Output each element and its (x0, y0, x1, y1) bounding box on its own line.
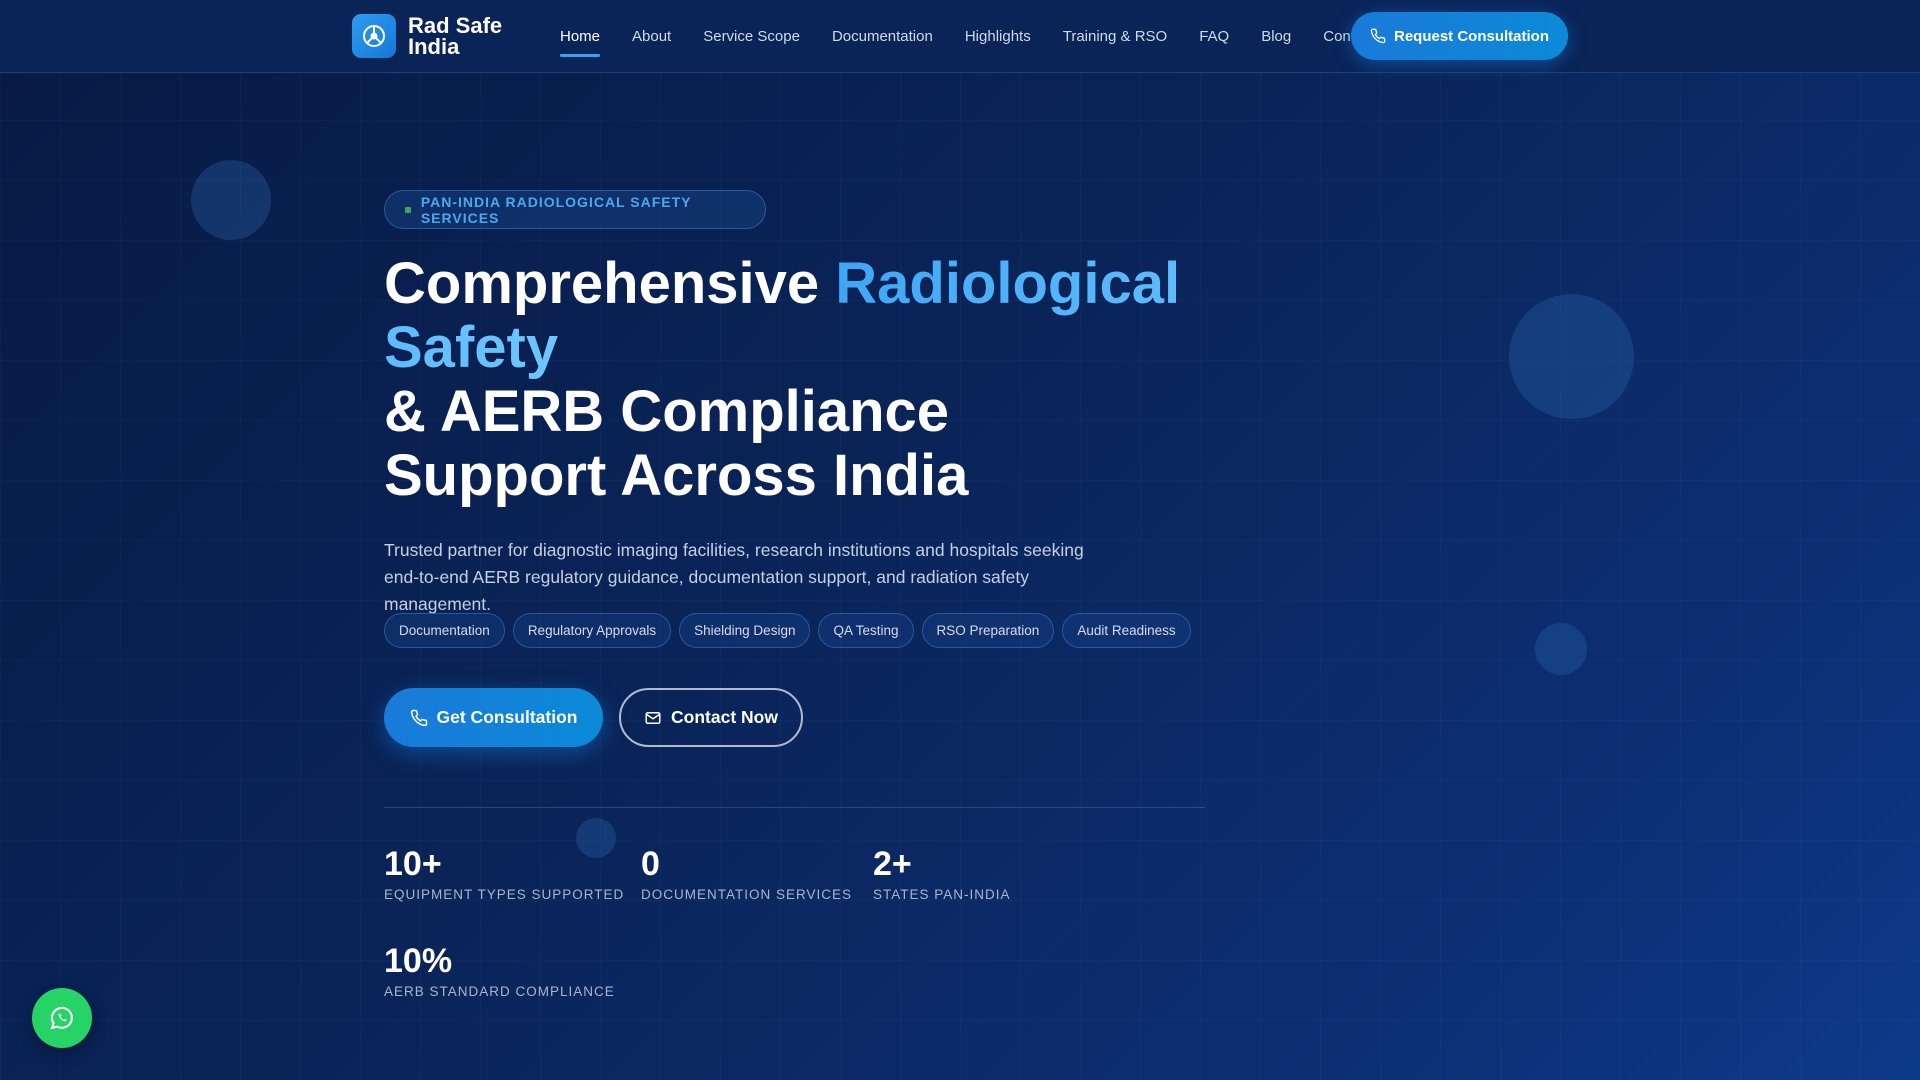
chip-audit-readiness[interactable]: Audit Readiness (1062, 613, 1191, 648)
whatsapp-icon (50, 1006, 73, 1030)
contact-now-button[interactable]: Contact Now (619, 688, 803, 747)
hero-title-part1: Comprehensive (384, 251, 836, 316)
stat-value: 2+ (873, 845, 912, 883)
get-consultation-label: Get Consultation (436, 707, 578, 727)
chip-regulatory-approvals[interactable]: Regulatory Approvals (512, 613, 672, 648)
nav-links: Home About Service Scope Documentation H… (560, 0, 1375, 72)
nav-about[interactable]: About (632, 28, 671, 45)
stat-equipment-types: 10+ EQUIPMENT TYPES SUPPORTED (384, 844, 624, 902)
stat-label: AERB STANDARD COMPLIANCE (384, 984, 615, 999)
hero-title: Comprehensive Radiological Safety & AERB … (384, 252, 1184, 508)
stat-value: 10+ (384, 845, 442, 883)
decorative-circle (191, 160, 271, 240)
stat-label: STATES PAN-INDIA (873, 887, 1011, 902)
nav-training-rso[interactable]: Training & RSO (1063, 28, 1167, 45)
brand-name: Rad Safe India (408, 13, 503, 59)
stat-label: DOCUMENTATION SERVICES (641, 887, 853, 902)
top-navbar: Rad Safe India Home About Service Scope … (0, 0, 1920, 73)
chip-rso-preparation[interactable]: RSO Preparation (921, 613, 1055, 648)
whatsapp-button[interactable] (32, 988, 92, 1048)
brand-logo[interactable]: Rad Safe India (352, 14, 508, 58)
nav-blog[interactable]: Blog (1261, 28, 1291, 45)
nav-service-scope[interactable]: Service Scope (703, 28, 800, 45)
phone-icon (410, 709, 427, 726)
nav-faq[interactable]: FAQ (1199, 28, 1229, 45)
get-consultation-button[interactable]: Get Consultation (384, 688, 603, 747)
hero-title-part2: & AERB Compliance Support Across India (384, 379, 969, 508)
radiation-icon (352, 14, 396, 58)
stat-label: EQUIPMENT TYPES SUPPORTED (384, 887, 625, 902)
request-consultation-label: Request Consultation (1393, 27, 1549, 45)
service-chips: Documentation Regulatory Approvals Shiel… (384, 613, 1191, 648)
decorative-circle (1535, 623, 1587, 675)
stat-documentation-services: 0 DOCUMENTATION SERVICES (641, 844, 852, 902)
stat-states: 2+ STATES PAN-INDIA (873, 844, 1011, 902)
nav-documentation[interactable]: Documentation (832, 28, 933, 45)
decorative-circle (1509, 294, 1634, 419)
hero-badge: PAN-INDIA RADIOLOGICAL SAFETY SERVICES (384, 190, 766, 229)
hero-description: Trusted partner for diagnostic imaging f… (384, 540, 1084, 614)
phone-icon (1370, 28, 1386, 44)
hero-badge-text: PAN-INDIA RADIOLOGICAL SAFETY SERVICES (420, 193, 692, 226)
nav-home[interactable]: Home (560, 28, 601, 57)
stat-value: 10% (384, 942, 453, 980)
chip-qa-testing[interactable]: QA Testing (818, 613, 914, 648)
chip-documentation[interactable]: Documentation (384, 613, 505, 648)
stat-value: 0 (641, 845, 660, 883)
stat-compliance: 10% AERB STANDARD COMPLIANCE (384, 941, 615, 999)
status-dot-icon (405, 206, 411, 213)
chip-shielding-design[interactable]: Shielding Design (679, 613, 811, 648)
contact-now-label: Contact Now (671, 707, 778, 727)
nav-highlights[interactable]: Highlights (965, 28, 1031, 45)
request-consultation-button[interactable]: Request Consultation (1351, 12, 1568, 60)
stats-divider (384, 807, 1205, 808)
mail-icon (645, 711, 661, 724)
